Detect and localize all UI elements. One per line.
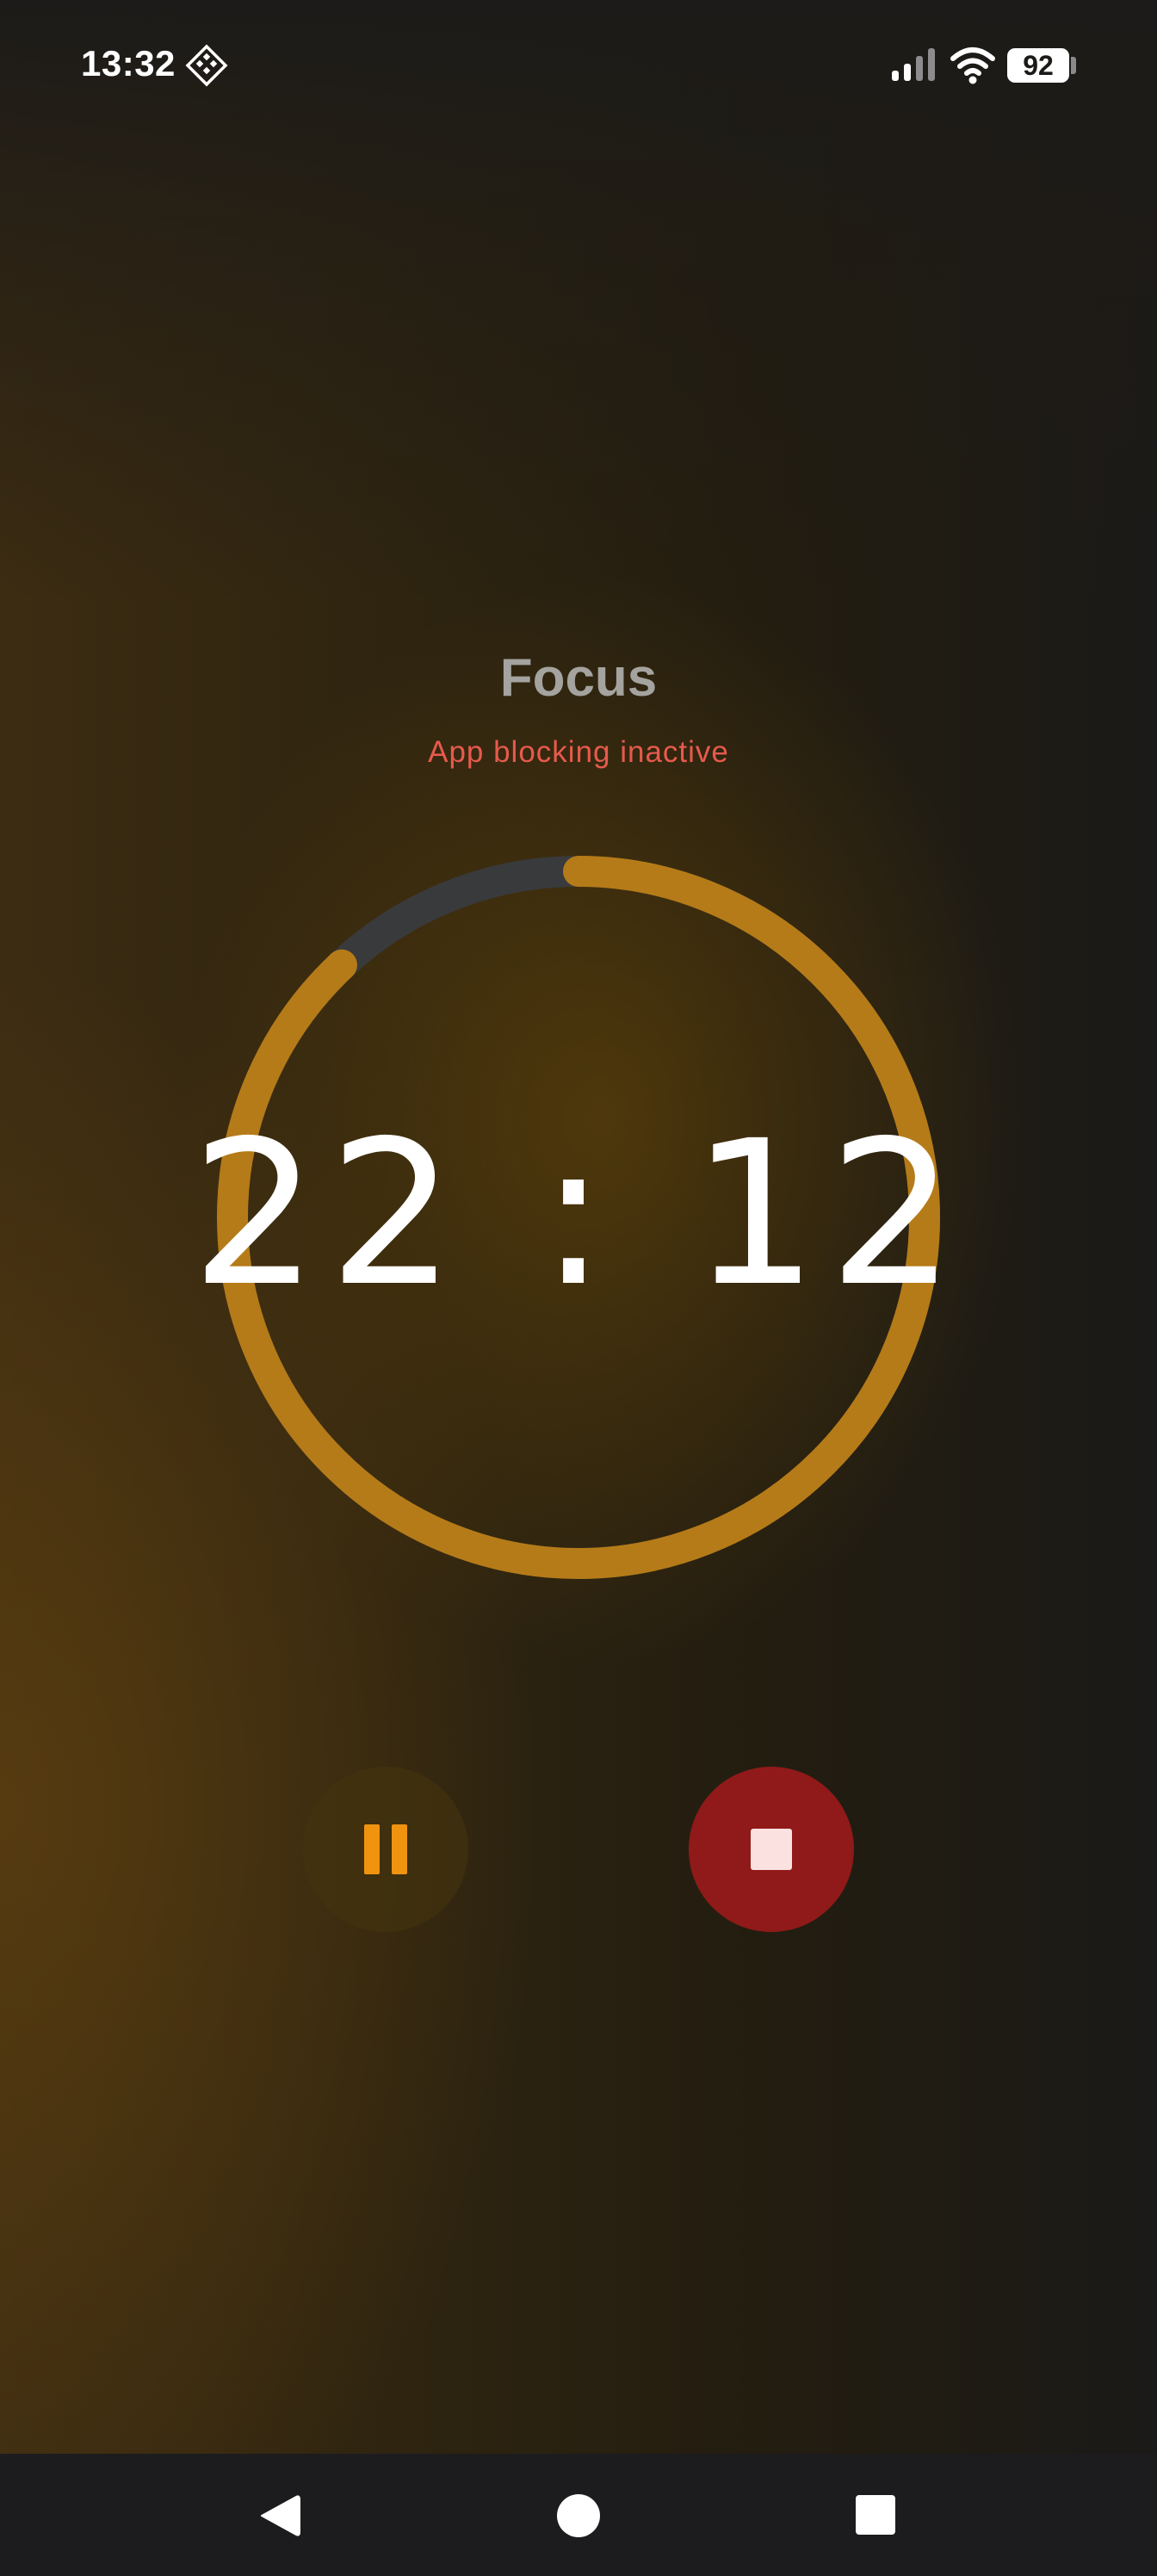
pause-bar-left [364,1824,380,1874]
timer-remaining: 22 : 12 [190,1098,967,1330]
status-time: 13:32 [81,43,176,84]
wifi-icon [950,47,995,84]
cellular-signal-icon [892,48,935,81]
battery-tip [1071,57,1076,74]
stop-button[interactable] [689,1767,854,1932]
diamond-grid-icon [185,44,228,87]
recents-square-icon[interactable] [856,2495,895,2535]
pause-button[interactable] [303,1767,468,1932]
status-bar: 13:32 92 [0,0,1157,129]
battery-indicator: 92 [1007,48,1069,83]
back-triangle-icon[interactable] [258,2493,301,2538]
pause-icon [364,1824,407,1874]
home-circle-icon[interactable] [557,2494,600,2537]
stop-icon [751,1829,792,1870]
focus-screen: 13:32 92 Focus App blocking inactive 22 … [0,0,1157,2454]
session-title: Focus [499,648,658,708]
blocking-status: App blocking inactive [428,735,729,769]
pause-bar-right [392,1824,407,1874]
